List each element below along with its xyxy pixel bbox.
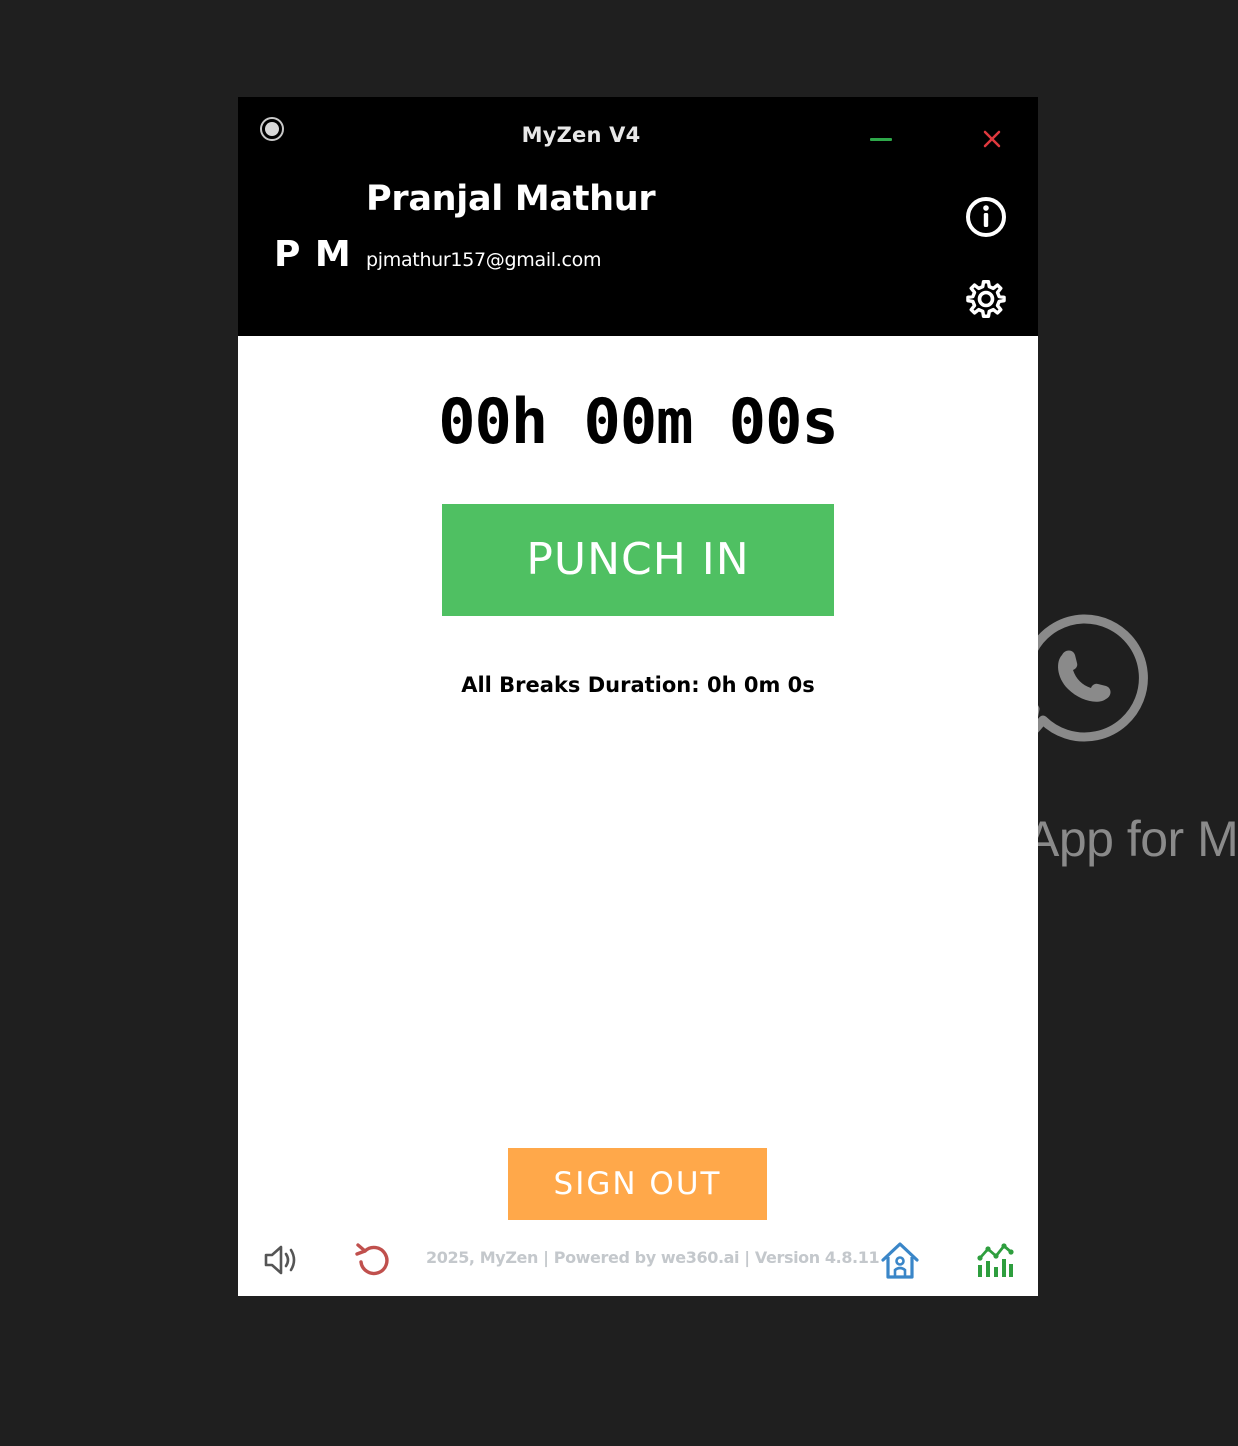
reset-icon bbox=[355, 1243, 389, 1276]
user-name: Pranjal Mathur bbox=[366, 179, 656, 219]
myzen-window: MyZen V4 P M Pranjal Mathur pjmathur157@… bbox=[238, 97, 1038, 1296]
close-button[interactable] bbox=[976, 123, 1008, 155]
info-icon bbox=[966, 197, 1006, 237]
home-icon bbox=[881, 1242, 919, 1279]
reset-button[interactable] bbox=[353, 1240, 393, 1280]
volume-button[interactable] bbox=[260, 1240, 300, 1280]
stats-icon bbox=[977, 1243, 1014, 1277]
minimize-button[interactable] bbox=[864, 125, 898, 155]
punch-in-button[interactable]: PUNCH IN bbox=[442, 504, 834, 616]
info-button[interactable] bbox=[962, 193, 1010, 241]
background-app-text: App for M bbox=[1026, 811, 1238, 867]
breaks-duration: All Breaks Duration: 0h 0m 0s bbox=[461, 673, 815, 697]
work-timer: 00h 00m 00s bbox=[438, 385, 839, 458]
avatar: P M bbox=[274, 234, 352, 275]
volume-icon bbox=[264, 1245, 296, 1275]
settings-button[interactable] bbox=[962, 273, 1010, 321]
sign-out-button[interactable]: SIGN OUT bbox=[508, 1148, 767, 1220]
user-email: pjmathur157@gmail.com bbox=[366, 249, 602, 271]
window-header: MyZen V4 P M Pranjal Mathur pjmathur157@… bbox=[238, 97, 1038, 336]
close-icon bbox=[983, 130, 1001, 148]
app-title: MyZen V4 bbox=[521, 123, 641, 147]
footer-copyright: 2025, MyZen | Powered by we360.ai | Vers… bbox=[426, 1248, 880, 1267]
stats-button[interactable] bbox=[975, 1240, 1015, 1280]
home-button[interactable] bbox=[880, 1240, 920, 1280]
minimize-icon bbox=[870, 138, 892, 141]
gear-icon bbox=[966, 280, 1006, 318]
